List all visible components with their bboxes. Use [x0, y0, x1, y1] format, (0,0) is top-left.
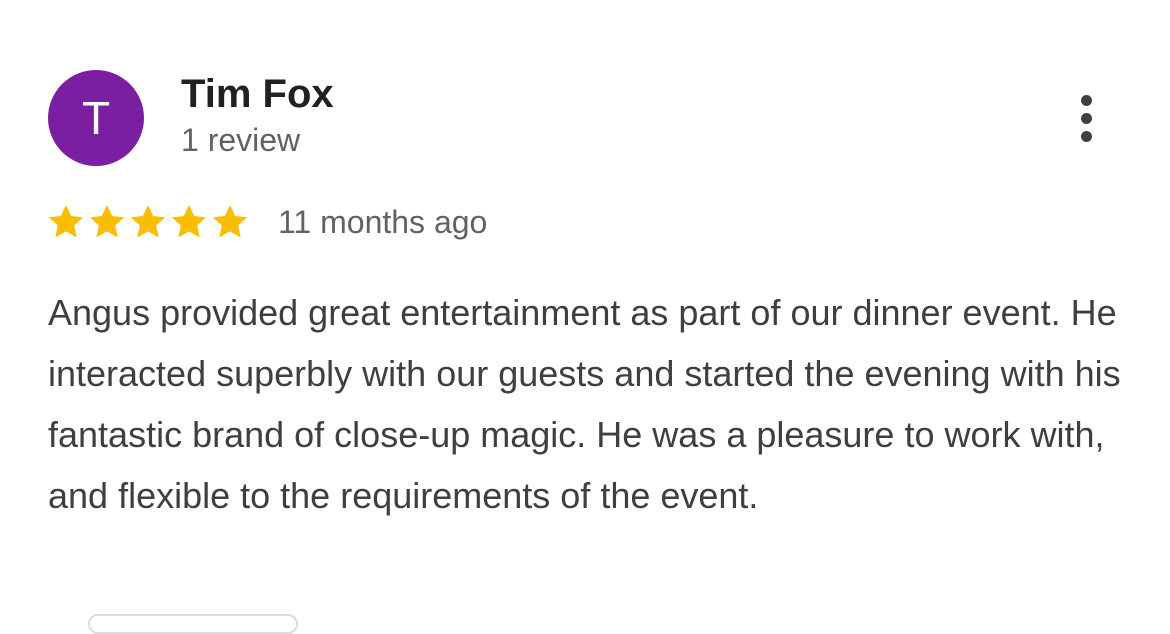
star-icon	[212, 205, 248, 238]
review-action-button[interactable]	[88, 614, 298, 634]
star-icon	[130, 205, 166, 238]
star-rating	[46, 202, 250, 242]
more-vert-icon	[1080, 94, 1092, 142]
reviewer-name[interactable]: Tim Fox	[181, 70, 334, 118]
star-icon	[171, 205, 207, 238]
review-card: T Tim Fox 1 review 11 months ago Angus p…	[0, 0, 1170, 634]
reviewer-review-count: 1 review	[181, 122, 301, 158]
review-date: 11 months ago	[278, 204, 488, 240]
more-options-button[interactable]	[1062, 86, 1110, 150]
star-icon	[89, 205, 125, 238]
star-icon	[48, 205, 84, 238]
reviewer-avatar[interactable]: T	[48, 70, 144, 166]
review-text: Angus provided great entertainment as pa…	[48, 292, 1121, 516]
rating-row: 11 months ago	[46, 200, 487, 244]
